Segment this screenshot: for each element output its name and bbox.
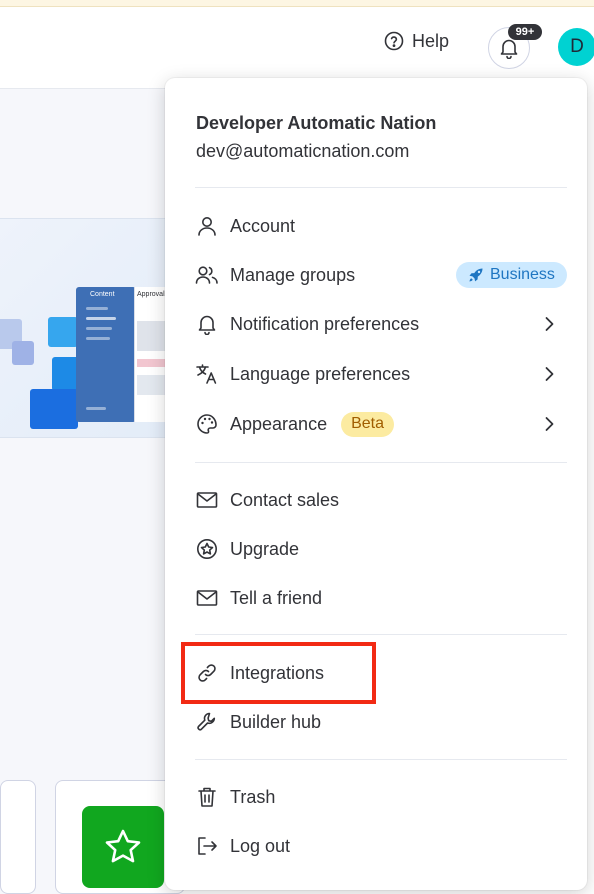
- menu-item-label: Appearance: [230, 413, 328, 434]
- menu-item-label: Upgrade: [230, 538, 300, 559]
- menu-item-label: Manage groups: [230, 264, 356, 285]
- user-email: dev@automaticnation.com: [196, 141, 410, 161]
- banner-window-title: Content: [90, 291, 115, 298]
- menu-item-upgrade[interactable]: Upgrade: [181, 529, 571, 569]
- user-icon: [194, 213, 220, 239]
- banner-mock-window: Content: [76, 287, 136, 422]
- promo-banner[interactable]: Content Approvals: [0, 218, 180, 438]
- menu-item-label: Log out: [230, 835, 291, 856]
- avatar[interactable]: D: [558, 28, 594, 66]
- menu-item-label: Contact sales: [230, 489, 340, 510]
- menu-item-label: Trash: [230, 786, 276, 807]
- menu-item-account[interactable]: Account: [181, 206, 571, 246]
- account-dropdown-menu: Developer Automatic Nation dev@automatic…: [165, 78, 587, 890]
- menu-item-appearance[interactable]: Appearance Beta: [181, 404, 571, 444]
- bell-icon: [499, 37, 519, 59]
- mock-list-line: [86, 407, 106, 410]
- menu-item-label: Language preferences: [230, 363, 411, 384]
- envelope-icon: [194, 585, 220, 611]
- bell-icon: [194, 311, 220, 337]
- chevron-right-icon: [539, 314, 559, 334]
- chevron-right-icon: [539, 414, 559, 434]
- decorative-cube: [30, 389, 78, 429]
- beta-badge: Beta: [341, 411, 394, 437]
- users-icon: [194, 262, 220, 288]
- decorative-cube: [12, 341, 34, 365]
- menu-item-contact-sales[interactable]: Contact sales: [181, 480, 571, 520]
- envelope-icon: [194, 487, 220, 513]
- mock-thumbnail: [137, 321, 165, 351]
- menu-item-label: Notification preferences: [230, 313, 420, 334]
- mock-thumbnail: [137, 359, 165, 367]
- menu-item-trash[interactable]: Trash: [181, 777, 571, 817]
- divider: [195, 187, 567, 188]
- chevron-right-icon: [539, 364, 559, 384]
- top-notice-strip: [0, 0, 594, 7]
- top-bar: Help 99+ D: [0, 7, 594, 87]
- menu-item-label: Integrations: [230, 662, 325, 683]
- menu-item-language-preferences[interactable]: Language preferences: [181, 354, 571, 394]
- palette-icon: [194, 411, 220, 437]
- star-circle-icon: [194, 536, 220, 562]
- menu-item-builder-hub[interactable]: Builder hub: [181, 702, 571, 742]
- menu-item-tell-a-friend[interactable]: Tell a friend: [181, 578, 571, 618]
- divider: [195, 462, 567, 463]
- divider: [195, 634, 567, 635]
- banner-panel-title: Approvals: [137, 291, 169, 298]
- business-badge-label: Business: [490, 266, 555, 283]
- trash-icon: [194, 784, 220, 810]
- mock-list-line: [86, 327, 112, 330]
- decorative-cube: [48, 317, 78, 347]
- mock-list-line: [86, 317, 116, 320]
- menu-item-label: Tell a friend: [230, 587, 323, 608]
- notifications-count-badge: 99+: [508, 24, 542, 40]
- mock-list-line: [86, 337, 110, 340]
- help-label: Help: [412, 30, 450, 51]
- question-circle-icon: [384, 31, 404, 51]
- user-name: Developer Automatic Nation: [196, 113, 437, 133]
- divider: [195, 759, 567, 760]
- wrench-icon: [194, 709, 220, 735]
- board-card[interactable]: [0, 780, 36, 894]
- help-button[interactable]: Help: [384, 30, 449, 52]
- menu-item-label: Builder hub: [230, 711, 322, 732]
- translate-icon: [194, 361, 220, 387]
- menu-item-label: Account: [230, 215, 296, 236]
- star-icon: [103, 827, 143, 867]
- menu-item-notification-preferences[interactable]: Notification preferences: [181, 304, 571, 344]
- business-badge: Business: [456, 262, 567, 288]
- menu-item-manage-groups[interactable]: Manage groups Business: [181, 255, 571, 295]
- mock-thumbnail: [137, 375, 165, 395]
- workspace-background-panel: [0, 88, 180, 894]
- favorite-tile[interactable]: [82, 806, 164, 888]
- logout-icon: [194, 833, 220, 859]
- rocket-icon: [468, 267, 484, 283]
- mock-list-line: [86, 307, 108, 310]
- menu-item-log-out[interactable]: Log out: [181, 826, 571, 866]
- menu-item-integrations[interactable]: Integrations: [181, 653, 571, 693]
- link-icon: [194, 660, 220, 686]
